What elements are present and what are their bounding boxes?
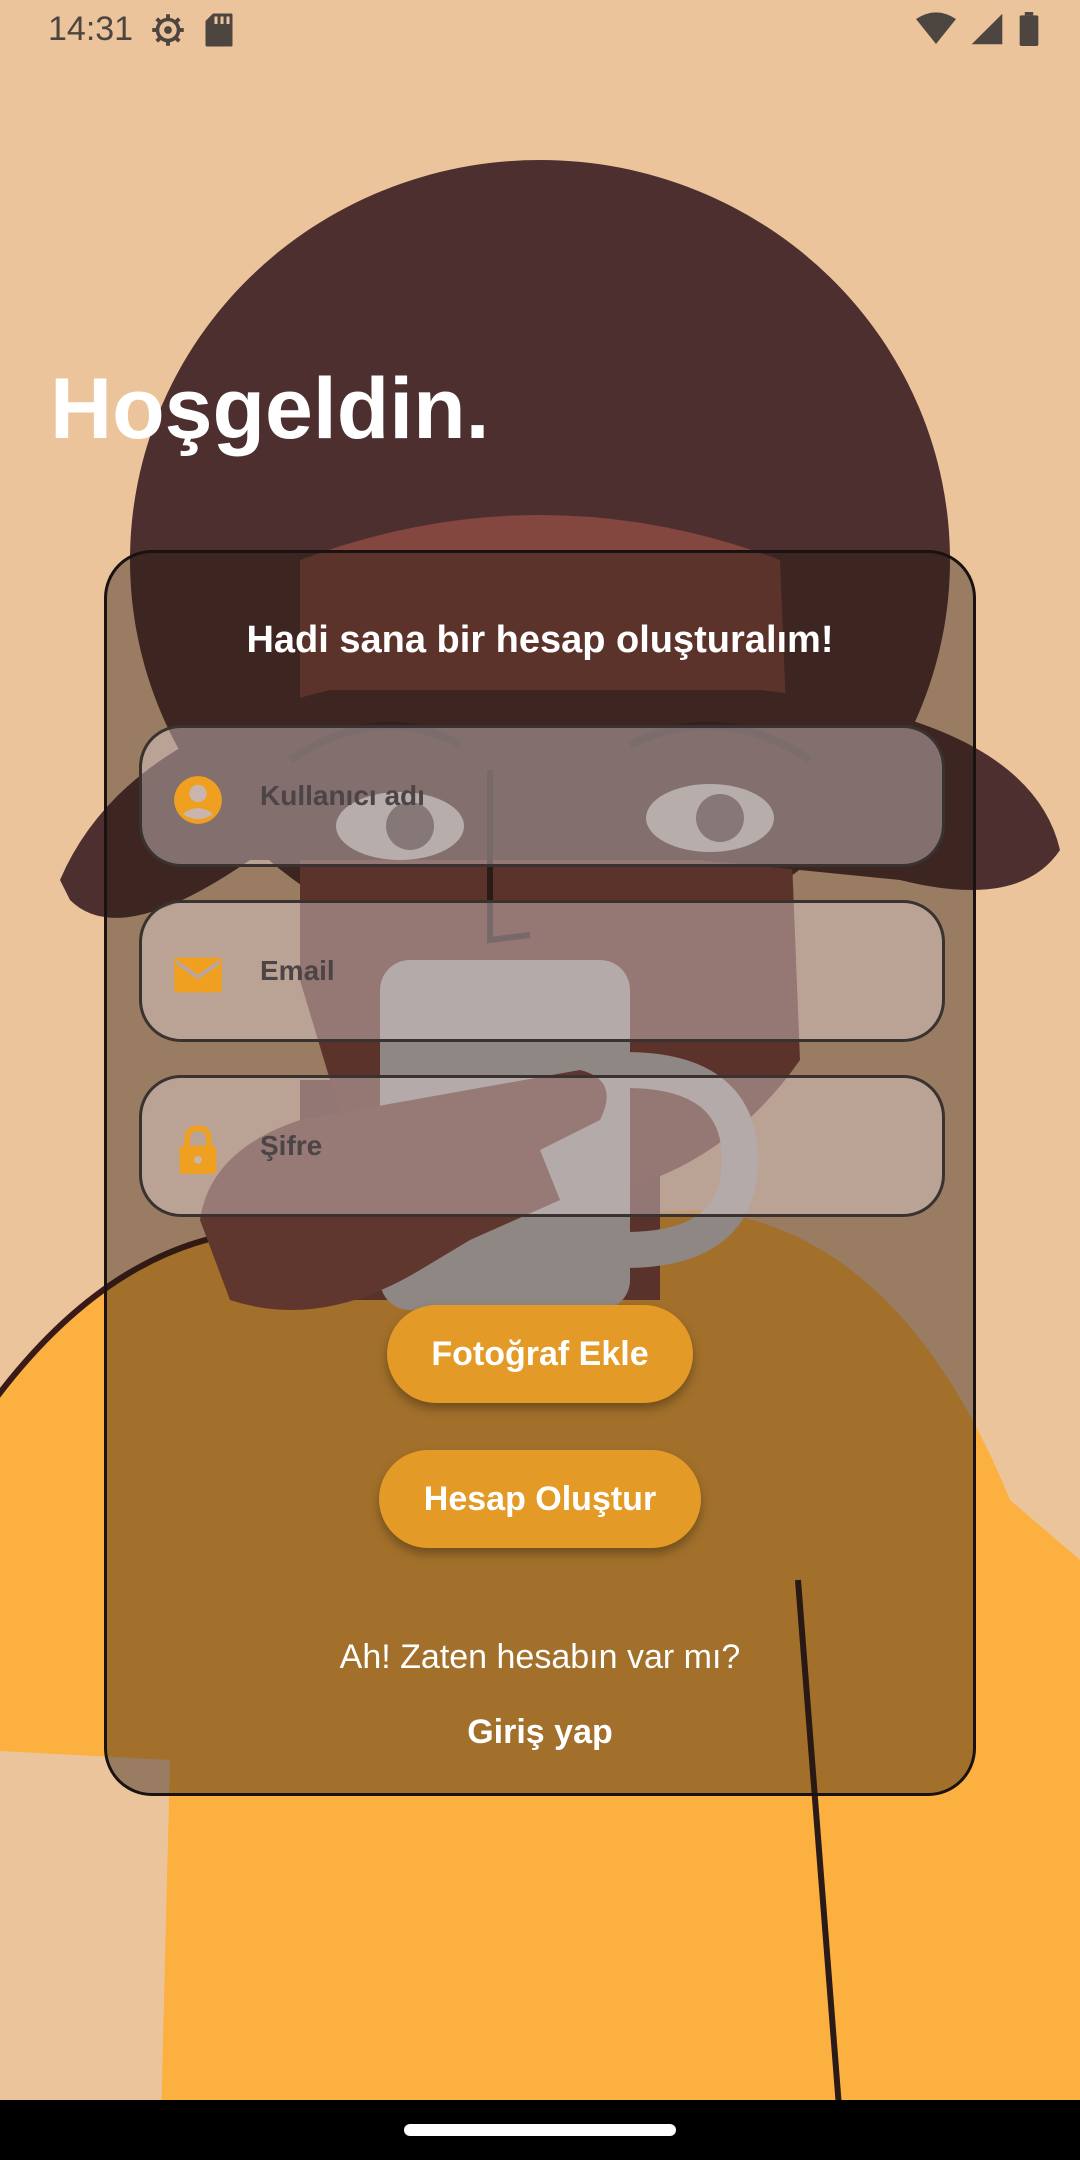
battery-icon (1019, 12, 1039, 46)
mail-icon (174, 957, 222, 993)
status-time: 14:31 (48, 10, 134, 48)
settings-icon (152, 14, 184, 46)
signup-card: Hadi sana bir hesap oluşturalım! Kullanı… (104, 550, 976, 1796)
status-bar: 14:31 (0, 0, 1080, 60)
account-circle-icon (174, 776, 222, 824)
email-field[interactable]: Email (139, 900, 945, 1042)
login-link[interactable]: Giriş yap (107, 1713, 973, 1752)
cell-signal-icon (971, 13, 1003, 45)
password-placeholder: Şifre (260, 1130, 323, 1161)
add-photo-button[interactable]: Fotoğraf Ekle (387, 1305, 693, 1403)
username-field[interactable]: Kullanıcı adı (139, 725, 945, 867)
sd-card-icon (205, 13, 233, 47)
navigation-bar (0, 2100, 1080, 2160)
welcome-title: Hoşgeldin. (50, 361, 490, 457)
email-placeholder: Email (260, 955, 335, 986)
have-account-text: Ah! Zaten hesabın var mı? (339, 1638, 741, 1676)
home-gesture-handle[interactable] (404, 2124, 676, 2136)
create-account-button[interactable]: Hesap Oluştur (379, 1450, 701, 1548)
username-placeholder: Kullanıcı adı (260, 780, 425, 811)
card-heading: Hadi sana bir hesap oluşturalım! (246, 619, 834, 661)
password-field[interactable]: Şifre (139, 1075, 945, 1217)
wifi-icon (916, 12, 956, 45)
lock-icon (179, 1125, 217, 1174)
